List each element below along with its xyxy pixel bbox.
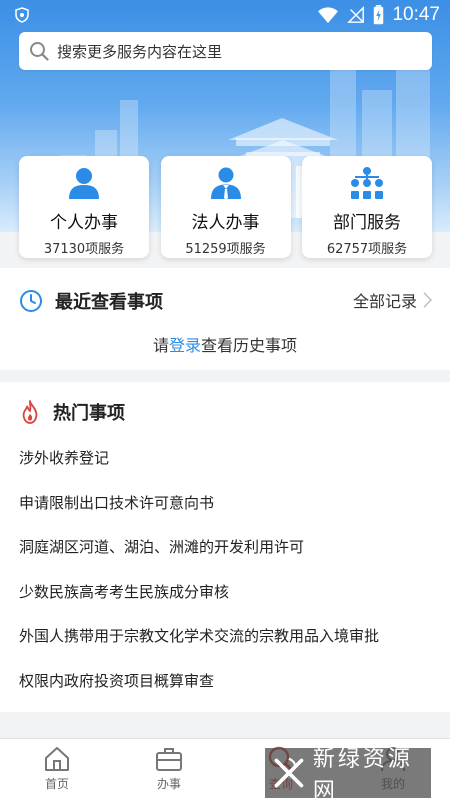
card-title: 部门服务 xyxy=(333,213,401,233)
card-legal-person-services[interactable]: 法人办事 51259项服务 xyxy=(160,156,291,258)
tab-label: 办事 xyxy=(156,777,181,791)
card-department-services[interactable]: 部门服务 62757项服务 xyxy=(302,156,432,258)
hot-item[interactable]: 权限内政府投资项目概算审查 xyxy=(19,665,379,710)
hot-items-section: 热门事项 涉外收养登记 申请限制出口技术许可意向书 洞庭湖区河道、湖泊、洲滩的开… xyxy=(0,382,450,712)
briefcase-icon xyxy=(156,748,182,771)
card-title: 个人办事 xyxy=(50,213,118,233)
business-person-icon xyxy=(210,167,241,200)
shield-icon xyxy=(15,7,29,23)
hot-items-list: 涉外收养登记 申请限制出口技术许可意向书 洞庭湖区河道、湖泊、洲滩的开发利用许可… xyxy=(19,442,379,709)
home-icon xyxy=(45,747,69,771)
card-count: 62757项服务 xyxy=(326,242,408,257)
recent-items-section: 最近查看事项 全部记录 请登录查看历史事项 xyxy=(0,268,450,370)
watermark-text: 新绿资源网 xyxy=(312,747,413,800)
org-chart-icon xyxy=(351,167,383,199)
search-icon xyxy=(30,42,49,61)
section-title: 热门事项 xyxy=(53,403,125,424)
wifi-icon xyxy=(318,7,339,24)
login-prompt: 请登录查看历史事项 xyxy=(0,332,450,356)
chevron-right-icon xyxy=(423,292,432,308)
card-count: 51259项服务 xyxy=(185,242,266,257)
hot-item[interactable]: 申请限制出口技术许可意向书 xyxy=(19,487,379,532)
login-link[interactable]: 登录 xyxy=(169,336,201,355)
section-title: 最近查看事项 xyxy=(55,292,163,313)
clock: 10:47 xyxy=(392,4,440,25)
tab-services[interactable]: 办事 xyxy=(139,745,199,792)
all-records-label: 全部记录 xyxy=(352,292,417,311)
hot-item[interactable]: 洞庭湖区河道、湖泊、洲滩的开发利用许可 xyxy=(19,531,379,576)
card-title: 法人办事 xyxy=(191,213,260,233)
tab-home[interactable]: 首页 xyxy=(27,745,87,792)
hot-item[interactable]: 涉外收养登记 xyxy=(19,442,379,487)
clock-icon xyxy=(20,290,42,312)
hot-item[interactable]: 外国人携带用于宗教文化学术交流的宗教用品入境审批 xyxy=(19,620,379,665)
card-personal-services[interactable]: 个人办事 37130项服务 xyxy=(19,156,149,258)
search-bar[interactable]: 搜索更多服务内容在这里 xyxy=(19,32,432,70)
hot-item[interactable]: 少数民族高考考生民族成分审核 xyxy=(19,576,379,621)
status-bar: 10:47 xyxy=(0,0,450,30)
watermark: 新绿资源网 xyxy=(265,747,431,800)
all-records-link[interactable]: 全部记录 xyxy=(353,288,432,312)
tab-label: 首页 xyxy=(44,777,69,791)
person-icon xyxy=(69,168,99,199)
watermark-logo-icon xyxy=(274,757,304,788)
card-count: 37130项服务 xyxy=(43,242,125,257)
login-suffix: 查看历史事项 xyxy=(201,336,298,355)
signal-off-icon xyxy=(347,6,365,23)
flame-icon xyxy=(22,400,38,424)
search-placeholder: 搜索更多服务内容在这里 xyxy=(57,42,223,61)
login-prefix: 请 xyxy=(152,336,169,355)
service-cards: 个人办事 37130项服务 法人办事 51259项服务 部门服务 62757项服… xyxy=(19,156,432,258)
battery-charging-icon xyxy=(374,5,384,25)
